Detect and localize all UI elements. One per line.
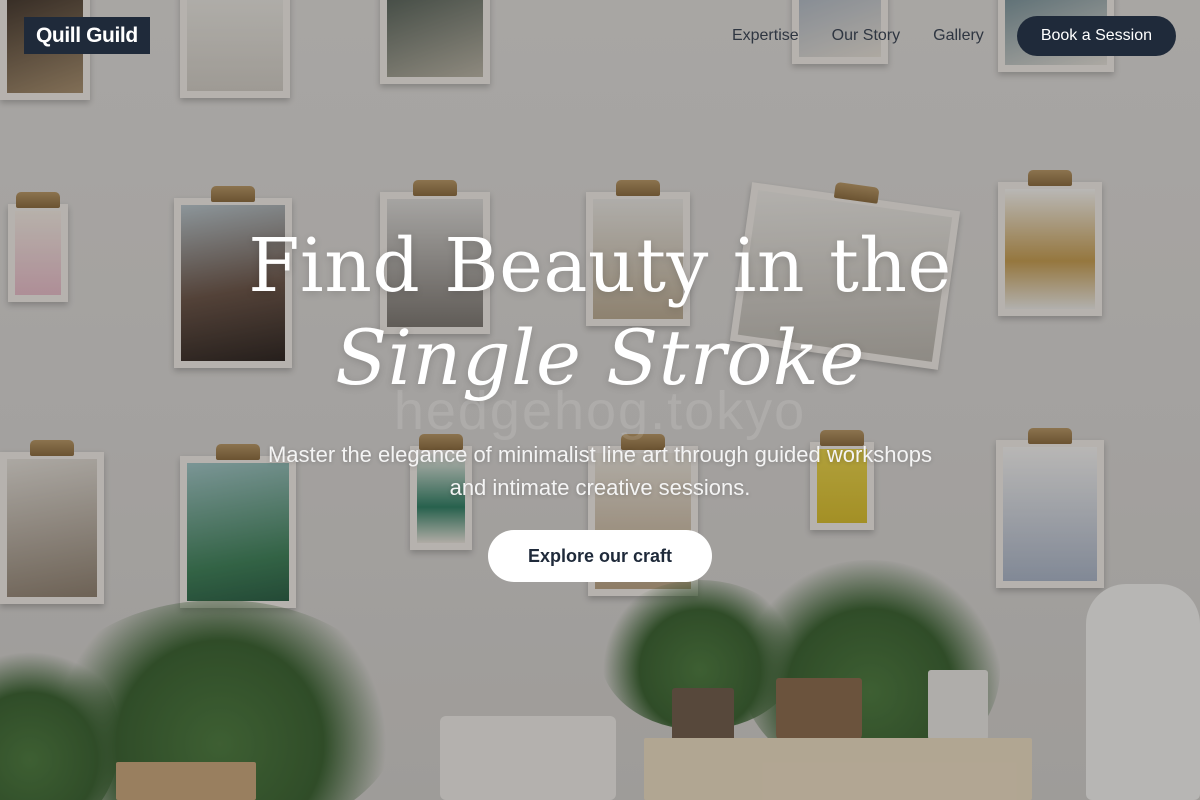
hero-title-line-1: Find Beauty in the <box>248 223 952 309</box>
main-nav: Expertise Our Story Gallery Book a Sessi… <box>732 0 1176 72</box>
book-session-button[interactable]: Book a Session <box>1016 16 1176 56</box>
nav-link-expertise[interactable]: Expertise <box>732 27 799 45</box>
hero-section: hedgehog.tokyo Find Beauty in the Single… <box>0 220 1200 582</box>
site-header: Quill Guild Expertise Our Story Gallery … <box>0 0 1200 72</box>
brand-logo[interactable]: Quill Guild <box>24 17 150 54</box>
hero-subtitle: Master the elegance of minimalist line a… <box>267 442 933 500</box>
hero-title: Find Beauty in the Single Stroke <box>0 220 1200 404</box>
nav-link-our-story[interactable]: Our Story <box>832 27 900 45</box>
explore-craft-button[interactable]: Explore our craft <box>487 530 713 582</box>
background-watermark: hedgehog.tokyo <box>393 381 807 441</box>
nav-link-gallery[interactable]: Gallery <box>933 27 984 45</box>
